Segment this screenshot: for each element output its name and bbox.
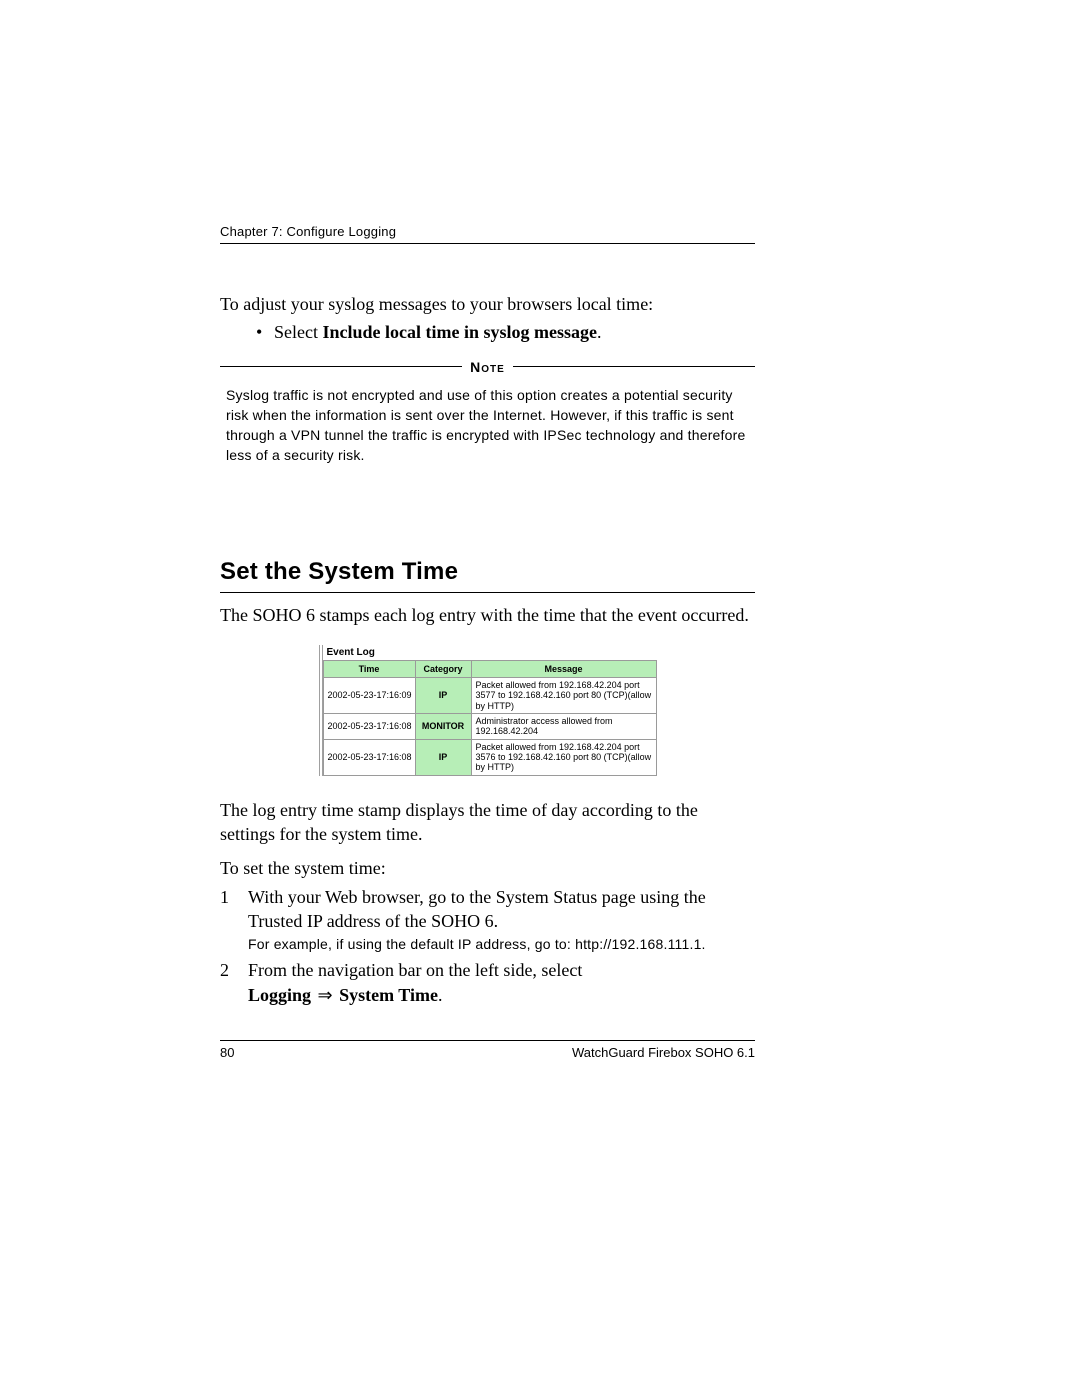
cell-category: IP — [415, 678, 471, 714]
note-body: Syslog traffic is not encrypted and use … — [226, 385, 749, 466]
footer-rule — [220, 1040, 755, 1041]
step-body: With your Web browser, go to the System … — [248, 885, 755, 954]
page-number: 80 — [220, 1045, 234, 1060]
bullet-prefix: Select — [274, 322, 322, 342]
cell-time: 2002-05-23-17:16:08 — [323, 739, 415, 775]
cell-message: Packet allowed from 192.168.42.204 port … — [471, 678, 656, 714]
step-item: 2 From the navigation bar on the left si… — [220, 958, 755, 1007]
arrow-icon: ⇒ — [316, 985, 335, 1005]
steps-list: 1 With your Web browser, go to the Syste… — [220, 885, 755, 1007]
cell-category: IP — [415, 739, 471, 775]
intro-line: To adjust your syslog messages to your b… — [220, 292, 755, 316]
note-label: Note — [462, 359, 513, 375]
chapter-header: Chapter 7: Configure Logging — [220, 224, 755, 244]
step-text-pre: From the navigation bar on the left side… — [248, 960, 582, 980]
section-intro: The SOHO 6 stamps each log entry with th… — [220, 603, 755, 627]
step-text: With your Web browser, go to the System … — [248, 887, 706, 931]
cell-message: Administrator access allowed from 192.16… — [471, 714, 656, 740]
bullet-item: •Select Include local time in syslog mes… — [256, 320, 755, 344]
col-time-header: Time — [323, 661, 415, 678]
cell-time: 2002-05-23-17:16:08 — [323, 714, 415, 740]
bullet-suffix: . — [597, 322, 602, 342]
table-header-row: Time Category Message — [323, 661, 656, 678]
step-subtext: For example, if using the default IP add… — [248, 935, 755, 954]
table-row: 2002-05-23-17:16:08 IP Packet allowed fr… — [323, 739, 656, 775]
cell-message: Packet allowed from 192.168.42.204 port … — [471, 739, 656, 775]
table-row: 2002-05-23-17:16:08 MONITOR Administrato… — [323, 714, 656, 740]
step-number: 1 — [220, 885, 248, 954]
step-number: 2 — [220, 958, 248, 1007]
note-block: Note Syslog traffic is not encrypted and… — [220, 359, 755, 466]
page-footer: 80 WatchGuard Firebox SOHO 6.1 — [220, 1040, 755, 1060]
steps-intro: To set the system time: — [220, 856, 755, 880]
product-name: WatchGuard Firebox SOHO 6.1 — [572, 1045, 755, 1060]
nav-path-a: Logging — [248, 985, 311, 1005]
col-category-header: Category — [415, 661, 471, 678]
step-body: From the navigation bar on the left side… — [248, 958, 755, 1007]
cell-category: MONITOR — [415, 714, 471, 740]
table-row: 2002-05-23-17:16:09 IP Packet allowed fr… — [323, 678, 656, 714]
event-log-panel: Event Log Time Category Message 2002-05-… — [319, 645, 657, 776]
col-message-header: Message — [471, 661, 656, 678]
step-suffix: . — [438, 985, 443, 1005]
step-item: 1 With your Web browser, go to the Syste… — [220, 885, 755, 954]
bullet-icon: • — [256, 320, 274, 344]
page-content: Chapter 7: Configure Logging To adjust y… — [220, 224, 755, 1011]
event-log-table: Time Category Message 2002-05-23-17:16:0… — [323, 660, 657, 776]
note-rule-left — [220, 366, 462, 367]
note-header: Note — [220, 359, 755, 375]
cell-time: 2002-05-23-17:16:09 — [323, 678, 415, 714]
nav-path-b: System Time — [339, 985, 438, 1005]
bullet-bold: Include local time in syslog message — [322, 322, 597, 342]
event-log-title: Event Log — [323, 645, 657, 660]
section-heading: Set the System Time — [220, 558, 755, 593]
note-rule-right — [513, 366, 755, 367]
after-table-text: The log entry time stamp displays the ti… — [220, 798, 755, 847]
